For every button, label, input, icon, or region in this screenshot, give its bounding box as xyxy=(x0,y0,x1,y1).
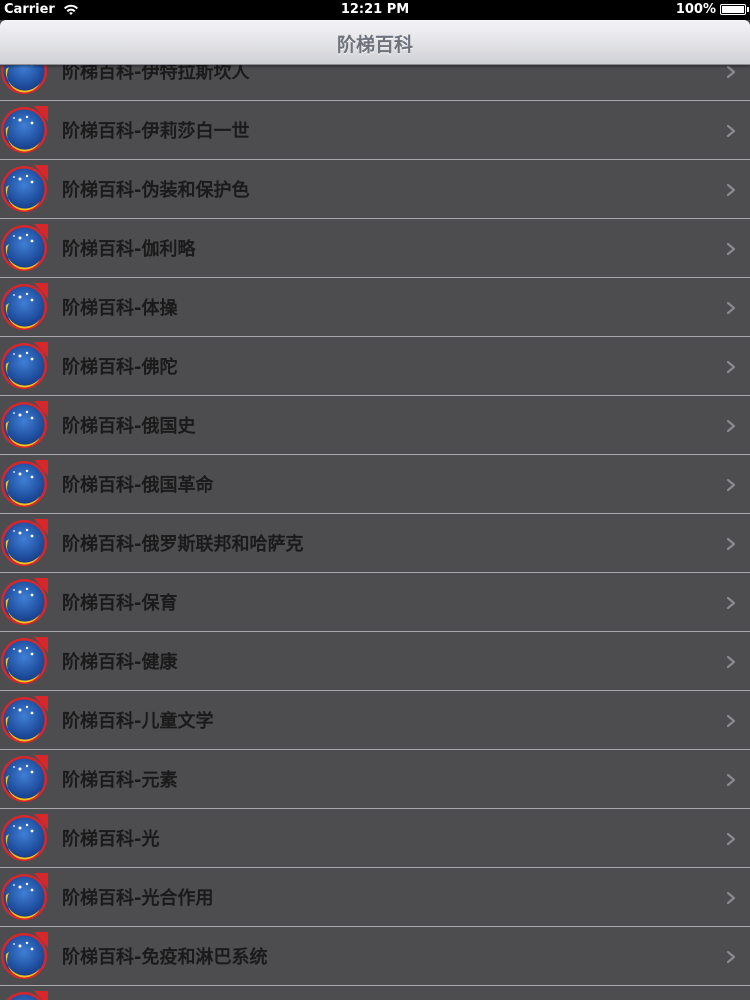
chevron-right-icon xyxy=(724,182,738,197)
list-item[interactable]: 阶梯百科-佛陀 xyxy=(0,337,750,396)
chevron-right-icon xyxy=(724,418,738,433)
chevron-right-icon xyxy=(724,359,738,374)
list-item[interactable]: 阶梯百科-伊莉莎白一世 xyxy=(0,101,750,160)
moon-stars-icon xyxy=(0,401,48,449)
nav-title: 阶梯百科 xyxy=(336,34,413,56)
moon-stars-icon xyxy=(0,637,48,685)
chevron-right-icon xyxy=(724,64,738,79)
chevron-right-icon xyxy=(724,713,738,728)
battery-percent: 100% xyxy=(675,2,716,17)
moon-stars-icon xyxy=(0,165,48,213)
list-item-label: 阶梯百科-元素 xyxy=(62,770,178,791)
list-item-label: 阶梯百科-儿童文学 xyxy=(62,711,214,732)
chevron-right-icon xyxy=(724,890,738,905)
moon-stars-icon xyxy=(0,578,48,626)
list-item[interactable]: 阶梯百科-儿童文学 xyxy=(0,691,750,750)
list-item-label: 阶梯百科-伪装和保护色 xyxy=(62,180,250,201)
list-item-label: 阶梯百科-俄罗斯联邦和哈萨克 xyxy=(62,534,304,555)
moon-stars-icon xyxy=(0,696,48,744)
list-item-label: 阶梯百科-俄国史 xyxy=(62,416,196,437)
list-item[interactable]: 阶梯百科-健康 xyxy=(0,632,750,691)
moon-stars-icon xyxy=(0,873,48,921)
chevron-right-icon xyxy=(724,241,738,256)
list-item-label: 阶梯百科-俄国革命 xyxy=(62,475,214,496)
moon-stars-icon xyxy=(0,932,48,980)
moon-stars-icon xyxy=(0,283,48,331)
chevron-right-icon xyxy=(724,595,738,610)
list-item[interactable]: 阶梯百科-伪装和保护色 xyxy=(0,160,750,219)
chevron-right-icon xyxy=(724,772,738,787)
article-list: 阶梯百科-伊特拉斯坎人 阶梯百科-伊莉莎白一世 阶梯百科-伪装和保护色 阶梯百科… xyxy=(0,42,750,1000)
moon-stars-icon xyxy=(0,460,48,508)
list-item-label: 阶梯百科-免疫和淋巴系统 xyxy=(62,947,268,968)
list-item-label: 阶梯百科-光合作用 xyxy=(62,888,214,909)
list-item-label: 阶梯百科-健康 xyxy=(62,652,178,673)
list-item[interactable]: 阶梯百科-伽利略 xyxy=(0,219,750,278)
list-item-label: 阶梯百科-伽利略 xyxy=(62,239,196,260)
moon-stars-icon xyxy=(0,342,48,390)
list-item-label: 阶梯百科-体操 xyxy=(62,298,178,319)
list-item[interactable]: 阶梯百科-光 xyxy=(0,809,750,868)
status-time: 12:21 PM xyxy=(340,2,410,17)
chevron-right-icon xyxy=(724,477,738,492)
list-item[interactable]: 阶梯百科-俄罗斯联邦和哈萨克 xyxy=(0,514,750,573)
list-item-label: 阶梯百科-伊莉莎白一世 xyxy=(62,121,250,142)
list-item[interactable]: 阶梯百科-俄国革命 xyxy=(0,455,750,514)
status-right: 100% xyxy=(675,2,749,17)
list-item[interactable]: 阶梯百科-俄国史 xyxy=(0,396,750,455)
battery-icon xyxy=(720,4,749,15)
chevron-right-icon xyxy=(724,536,738,551)
list-item-label: 阶梯百科-佛陀 xyxy=(62,357,178,378)
chevron-right-icon xyxy=(724,831,738,846)
screen: Carrier 12:21 PM 100% 阶梯百科 阶梯百科-伊特拉斯坎人 阶… xyxy=(0,0,750,1000)
list-item[interactable]: 阶梯百科-元素 xyxy=(0,750,750,809)
moon-stars-icon xyxy=(0,106,48,154)
list-item-label: 阶梯百科-光 xyxy=(62,829,160,850)
chevron-right-icon xyxy=(724,949,738,964)
moon-stars-icon xyxy=(0,814,48,862)
moon-stars-icon xyxy=(0,755,48,803)
list-item[interactable]: 阶梯百科-保育 xyxy=(0,573,750,632)
nav-bar: 阶梯百科 xyxy=(0,20,750,65)
list-item[interactable]: 阶梯百科-光合作用 xyxy=(0,868,750,927)
list-item[interactable]: 阶梯百科-免疫和淋巴系统 xyxy=(0,927,750,986)
chevron-right-icon xyxy=(724,654,738,669)
list-item-label: 阶梯百科-保育 xyxy=(62,593,178,614)
status-bar: Carrier 12:21 PM 100% xyxy=(0,0,750,20)
moon-stars-icon xyxy=(0,224,48,272)
moon-stars-icon xyxy=(0,519,48,567)
list-item[interactable] xyxy=(0,986,750,1000)
chevron-right-icon xyxy=(724,123,738,138)
list-item[interactable]: 阶梯百科-体操 xyxy=(0,278,750,337)
moon-stars-icon xyxy=(0,991,48,1000)
chevron-right-icon xyxy=(724,300,738,315)
